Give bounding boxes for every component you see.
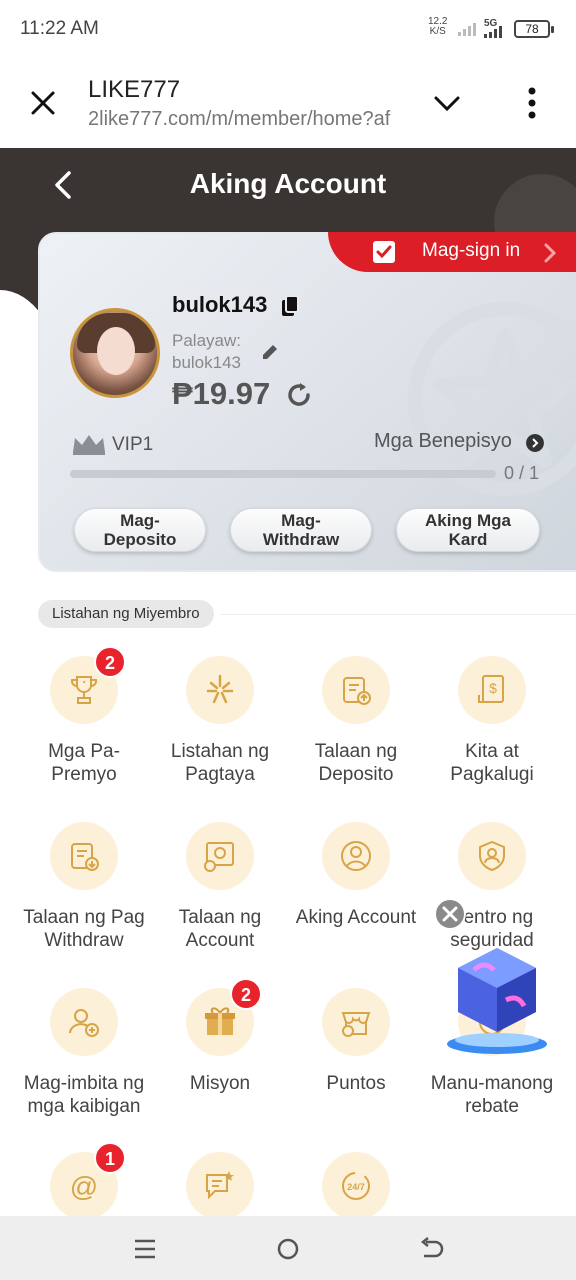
nickname: Palayaw: bulok143 (172, 331, 242, 372)
menu-icon-bg: 24/7 (322, 1152, 390, 1220)
email-icon: @ (70, 1171, 98, 1202)
benefits-link[interactable]: Mga Benepisyo (374, 430, 512, 453)
refresh-icon[interactable] (284, 380, 314, 410)
divider (220, 614, 576, 615)
menu-item-label: Aking Account (295, 907, 417, 928)
sparkle-icon (206, 674, 234, 704)
chevron-right-icon[interactable] (526, 434, 544, 452)
vip-level: VIP1 (112, 434, 154, 455)
browser-bar: LIKE777 2like777.com/m/member/home?af (0, 60, 576, 148)
menu-item-label: Manu-manong rebate (430, 1073, 554, 1117)
username: bulok143 (172, 292, 268, 317)
clock: 11:22 AM (20, 18, 99, 39)
deposit-button[interactable]: Mag- Deposito (74, 508, 206, 552)
notification-badge: 2 (230, 978, 262, 1010)
security-shield-icon (479, 840, 505, 872)
signal-5g-icon (484, 26, 502, 38)
balance: ₱19.97 (172, 376, 271, 411)
menu-icon-bg (50, 988, 118, 1056)
svg-text:24/7: 24/7 (347, 1182, 365, 1192)
menu-icon-bg (186, 1152, 254, 1220)
profit-loss-icon: $ (478, 675, 504, 703)
menu-icon-bg (322, 988, 390, 1056)
menu-icon-bg (50, 822, 118, 890)
menu-item-label: Listahan ng Pagtaya (170, 741, 270, 785)
svg-text:$: $ (489, 680, 497, 696)
system-nav-bar (0, 1216, 576, 1280)
chevron-down-icon[interactable] (432, 92, 462, 116)
battery-icon: 78 (514, 20, 554, 38)
withdraw-button[interactable]: Mag- Withdraw (230, 508, 372, 552)
more-options-icon[interactable] (522, 86, 542, 120)
withdraw-record-icon (71, 843, 99, 871)
avatar[interactable] (70, 308, 160, 398)
notification-badge: 2 (94, 646, 126, 678)
menu-item-label: Talaan ng Account (178, 907, 262, 951)
close-icon[interactable] (28, 88, 58, 118)
menu-item-label: Kita at Pagkalugi (450, 741, 534, 785)
url-text[interactable]: 2like777.com/m/member/home?af (88, 108, 406, 131)
support-24-7-icon: 24/7 (342, 1172, 370, 1200)
signal-icon (458, 23, 476, 36)
progress-text: 0 / 1 (504, 463, 540, 483)
back-icon[interactable] (418, 1236, 444, 1262)
menu-icon-bg (458, 822, 526, 890)
vip-progress-bar (70, 470, 496, 478)
section-label: Listahan ng Miyembro (38, 600, 214, 628)
user-icon (341, 841, 371, 871)
sign-in-button[interactable]: Mag-sign in (328, 232, 576, 272)
menu-item-label: Talaan ng Deposito (314, 741, 398, 785)
menu-item-label: Mag-imbita ng mga kaibigan (23, 1073, 145, 1117)
sign-in-label: Mag-sign in (422, 240, 521, 261)
crown-icon (73, 435, 105, 455)
status-bar: 11:22 AM 12.2 K/S 5G 78 (0, 0, 576, 60)
site-title: LIKE777 (88, 76, 181, 103)
menu-icon[interactable] (132, 1236, 158, 1262)
menu-icon-bg (186, 656, 254, 724)
notification-badge: 1 (94, 1142, 126, 1174)
close-float-icon[interactable] (434, 898, 466, 930)
menu-item-label: Puntos (326, 1073, 386, 1094)
home-icon[interactable] (275, 1236, 301, 1262)
chevron-right-icon (544, 243, 557, 263)
checkbox-icon (373, 241, 395, 263)
svg-text:@: @ (70, 1171, 98, 1202)
store-icon (341, 1012, 371, 1037)
invite-friend-icon (69, 1009, 99, 1037)
menu-icon-bg (186, 822, 254, 890)
menu-item-label: Mga Pa- Premyo (48, 741, 120, 785)
menu-item-label: Talaan ng Pag Withdraw (23, 907, 145, 951)
copy-icon[interactable] (280, 296, 300, 318)
my-cards-button[interactable]: Aking Mga Kard (396, 508, 540, 552)
network-speed: 12.2 K/S (428, 16, 448, 37)
account-record-icon (204, 842, 234, 872)
dice-game-icon[interactable] (444, 940, 550, 1058)
gift-icon (205, 1007, 235, 1035)
trophy-icon (70, 676, 98, 704)
menu-icon-bg (322, 656, 390, 724)
menu-icon-bg (322, 822, 390, 890)
feedback-icon (206, 1171, 234, 1200)
menu-icon-bg: $ (458, 656, 526, 724)
menu-item-label: Misyon (189, 1073, 251, 1094)
page-title: Aking Account (189, 168, 387, 199)
edit-pencil-icon[interactable] (260, 342, 280, 362)
deposit-record-icon (343, 677, 371, 705)
